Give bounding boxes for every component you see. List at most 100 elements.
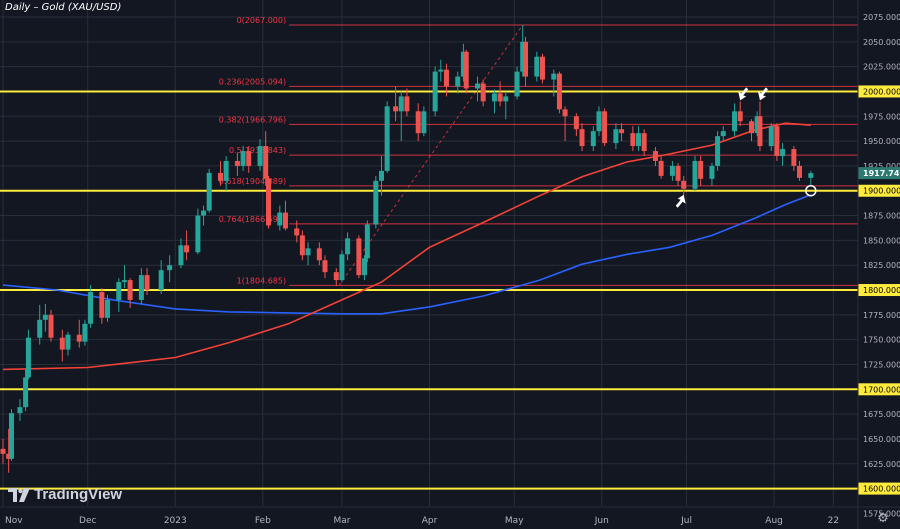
candle-body xyxy=(443,69,449,87)
candle-body xyxy=(715,136,721,166)
candle-body xyxy=(491,93,497,102)
brand-name: TradingView xyxy=(34,486,123,503)
time-tick-label: May xyxy=(505,516,524,526)
candle-body xyxy=(421,111,427,134)
candle-body xyxy=(556,73,562,110)
candle-body xyxy=(463,51,469,89)
candle-body xyxy=(0,448,6,454)
candle-body xyxy=(720,131,726,137)
candle-body xyxy=(757,116,763,147)
candle-body xyxy=(82,323,88,342)
price-tick-label: 2075.000 xyxy=(863,13,900,22)
candle-body xyxy=(333,272,339,281)
candle-body xyxy=(266,178,272,226)
candle-body xyxy=(630,133,636,147)
price-chart[interactable]: 0(2067.000) 0.236(2005.094) 0.382(1966.796… xyxy=(0,0,900,529)
candle-body xyxy=(503,96,509,102)
gear-icon[interactable]: ⚙ xyxy=(876,512,890,526)
candle-body xyxy=(65,334,71,350)
candle-body xyxy=(539,56,545,80)
candle-body xyxy=(322,260,328,273)
candle-body xyxy=(384,106,390,171)
tradingview-logo-icon xyxy=(8,487,30,502)
candle-body xyxy=(76,334,82,342)
candle-body xyxy=(138,275,144,300)
candle-body xyxy=(294,228,300,236)
fib-level-label: 0.618(1904.889) xyxy=(219,177,286,186)
price-tick-label: 1700.000 xyxy=(863,385,900,394)
candle-body xyxy=(167,265,173,271)
candle-body xyxy=(797,165,803,178)
candle-body xyxy=(480,83,486,102)
candle-body xyxy=(345,238,351,255)
candle-body xyxy=(768,126,774,147)
candle-body xyxy=(791,149,797,166)
price-tick-label: 1950.000 xyxy=(863,137,900,146)
candle-body xyxy=(217,172,223,181)
time-tick-label: Jul xyxy=(680,516,692,526)
price-tick-label: 1600.000 xyxy=(863,485,900,494)
candle-body xyxy=(613,129,619,144)
candle-body xyxy=(223,160,229,181)
candle-body xyxy=(497,93,503,102)
candle-body xyxy=(596,111,602,132)
candle-body xyxy=(681,180,687,189)
price-tick-label: 2025.000 xyxy=(863,63,900,72)
time-tick-label: Jun xyxy=(594,516,609,526)
time-tick-label: Dec xyxy=(79,516,96,526)
price-tick-label: 1750.000 xyxy=(863,336,900,345)
candle-body xyxy=(362,258,368,276)
candle-body xyxy=(698,160,704,179)
candle-body xyxy=(240,151,246,166)
candle-body xyxy=(636,133,642,147)
price-tick-label: 1850.000 xyxy=(863,236,900,245)
candle-body xyxy=(455,76,461,87)
candle-body xyxy=(99,292,105,318)
candle-body xyxy=(475,83,481,89)
candle-body xyxy=(619,129,625,134)
price-axis[interactable]: 2075.000 2050.000 2025.000 2000.000 1975.000… xyxy=(858,0,900,529)
time-tick-label: Feb xyxy=(255,516,271,526)
candle-body xyxy=(732,111,738,132)
candle-body xyxy=(378,170,384,181)
candle-body xyxy=(514,71,520,97)
candle-body xyxy=(305,248,311,256)
candle-body xyxy=(692,160,698,189)
candle-body xyxy=(356,238,362,276)
chart-title: Daily – Gold (XAU/USD) xyxy=(5,2,122,13)
candle-body xyxy=(669,165,675,176)
price-tick-label: 2050.000 xyxy=(863,38,900,47)
candle-body xyxy=(709,165,715,179)
candle-body xyxy=(737,111,743,122)
price-tick-label: 1975.000 xyxy=(863,112,900,121)
time-tick-label: Mar xyxy=(333,516,350,526)
candle-body xyxy=(404,96,410,112)
candle-body xyxy=(48,314,54,338)
price-tick-label: 1650.000 xyxy=(863,435,900,444)
candle-body xyxy=(42,314,48,320)
candle-body xyxy=(299,235,305,256)
price-tick-label: 1725.000 xyxy=(863,360,900,369)
candle-body xyxy=(234,160,240,166)
candle-body xyxy=(573,116,579,130)
candle-body xyxy=(364,224,370,259)
candle-body xyxy=(432,71,438,112)
candle-body xyxy=(658,160,664,176)
candle-body xyxy=(780,149,786,156)
tradingview-logo: TradingView xyxy=(8,486,122,503)
candle-body xyxy=(523,41,529,77)
price-tick-label: 1825.000 xyxy=(863,261,900,270)
candle-body xyxy=(774,126,780,156)
price-tick-label: 1900.000 xyxy=(863,187,900,196)
candle-body xyxy=(184,245,190,253)
time-tick-label: Apr xyxy=(422,516,438,526)
candle-body xyxy=(339,254,345,281)
price-tick-label: 1625.000 xyxy=(863,460,900,469)
fib-level-label: 0.236(2005.094) xyxy=(219,77,286,86)
candle-body xyxy=(144,275,150,291)
time-tick-label: Aug xyxy=(765,516,783,526)
candle-body xyxy=(17,407,23,414)
current-price-label: 1917.740 xyxy=(863,169,900,178)
candle-body xyxy=(178,245,184,266)
candle-body xyxy=(206,172,212,211)
